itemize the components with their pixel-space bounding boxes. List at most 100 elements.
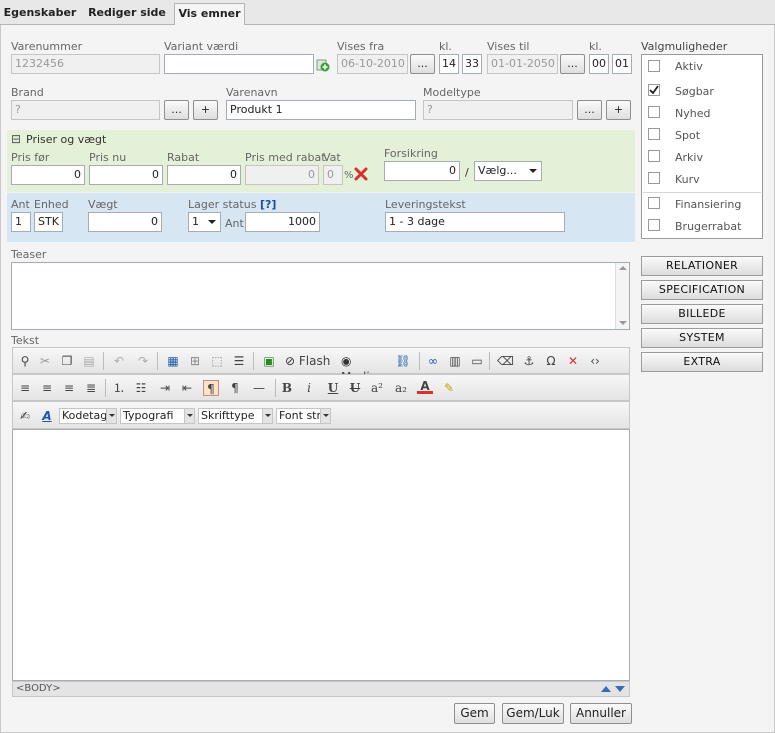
bullet-list-icon[interactable]: ☷ [133,380,149,396]
typografi-select[interactable]: Typografi [120,408,195,424]
vises-fra-minute[interactable]: 33 [462,54,482,74]
tab-vis-emner[interactable]: Vis emner [174,3,245,26]
underline-icon[interactable]: U [325,380,341,396]
billede-button[interactable]: BILLEDE [641,304,763,324]
expand-editor-icon[interactable] [615,686,625,692]
vises-fra-date[interactable]: 06-10-2010 [337,54,408,74]
rabat-field[interactable]: 0 [167,165,241,185]
text-color-icon[interactable]: A [417,380,433,394]
vises-fra-picker-button[interactable]: ... [410,54,435,74]
gem-luk-button[interactable]: Gem/Luk [502,703,564,724]
superscript-icon[interactable]: a² [369,380,385,396]
sogbar-checkbox[interactable] [648,84,660,96]
italic-icon[interactable]: i [301,380,317,396]
variant-field[interactable] [164,54,314,74]
delete-icon[interactable]: ✕ [565,353,581,369]
element-path[interactable]: <BODY> [16,683,61,694]
varenavn-field[interactable]: Produkt 1 [226,100,416,120]
redo-icon[interactable]: ↷ [135,353,151,369]
system-button[interactable]: SYSTEM [641,328,763,348]
tab-rediger-side[interactable]: Rediger side [84,3,170,25]
special-char-icon[interactable]: Ω [543,353,559,369]
edit-style-icon[interactable]: ✍ [17,408,33,424]
varenummer-field[interactable]: 1232456 [11,54,160,74]
skrifttype-select[interactable]: Skrifttype [198,408,273,424]
find-icon[interactable]: ⚲ [17,353,33,369]
indent-icon[interactable]: ⇥ [157,380,173,396]
vises-til-hour[interactable]: 00 [589,54,609,74]
vises-til-minute[interactable]: 01 [612,54,632,74]
highlight-icon[interactable]: ✎ [441,380,457,396]
table-props-icon[interactable]: ⊞ [187,353,203,369]
flash-button[interactable]: ⊘ Flash [285,353,331,369]
forsikring-select[interactable]: Vælg... [474,161,542,181]
align-left-icon[interactable]: ≡ [17,380,33,396]
finansiering-checkbox[interactable] [648,197,660,209]
add-variant-icon[interactable] [316,58,330,72]
extra-button[interactable]: EXTRA [641,352,763,372]
pris-for-field[interactable]: 0 [11,165,85,185]
enhed-field[interactable]: STK [34,212,63,232]
font-size-select[interactable]: Font str. [276,408,331,424]
specification-button[interactable]: SPECIFICATION [641,280,763,300]
paste-icon[interactable]: ▤ [81,353,97,369]
rtl-paragraph-icon[interactable]: ¶ [227,380,243,396]
media-button[interactable]: ◉ Media [341,353,391,384]
show-blocks-icon[interactable]: ⬚ [209,353,225,369]
ltr-paragraph-icon[interactable]: ¶ [203,380,219,396]
remove-vat-icon[interactable] [353,166,369,182]
tab-egenskaber[interactable]: Egenskaber [0,3,80,25]
anchor-icon[interactable]: ⚓ [521,353,537,369]
brand-browse-button[interactable]: ... [164,100,189,120]
modeltype-field[interactable]: ? [423,100,573,120]
undo-icon[interactable]: ↶ [111,353,127,369]
ant-field[interactable]: 1 [11,212,31,232]
copy-icon[interactable]: ❐ [59,353,75,369]
cut-icon[interactable]: ✂ [37,353,53,369]
links-icon[interactable]: ⛓ [395,353,411,369]
scroll-up-icon[interactable] [619,266,627,270]
vat-field[interactable]: 0 [323,165,343,185]
align-center-icon[interactable]: ≡ [39,380,55,396]
eraser-icon[interactable]: ⌫ [497,353,514,369]
lager-help-link[interactable]: [?] [260,198,276,211]
vises-til-date[interactable]: 01-01-2050 [487,54,558,74]
lager-status-select[interactable]: 1 [188,212,221,232]
editor-content-area[interactable] [12,429,630,681]
relationer-button[interactable]: RELATIONER [641,256,763,276]
align-justify-icon[interactable]: ≣ [83,380,99,396]
annuller-button[interactable]: Annuller [570,703,632,724]
pris-nu-field[interactable]: 0 [89,165,163,185]
prices-section-title[interactable]: Priser og vægt [26,133,106,146]
scroll-down-icon[interactable] [619,321,627,325]
forsikring-field[interactable]: 0 [384,161,460,181]
aktiv-checkbox[interactable] [648,60,660,72]
teaser-scrollbar[interactable] [615,263,629,329]
source-code-icon[interactable]: ‹› [587,353,603,369]
form-icon[interactable]: ▭ [469,353,485,369]
outdent-icon[interactable]: ⇤ [179,380,195,396]
subscript-icon[interactable]: a₂ [393,380,409,396]
teaser-textarea[interactable] [11,262,630,330]
kurv-checkbox[interactable] [648,172,660,184]
nyhed-checkbox[interactable] [648,106,660,118]
collapse-icon[interactable]: ⊟ [11,133,21,145]
template-icon[interactable]: ▥ [447,353,463,369]
kodetag-select[interactable]: Kodetag [59,408,117,424]
link-icon[interactable]: ∞ [425,353,441,369]
page-break-icon[interactable]: ☰ [231,353,247,369]
brand-add-button[interactable]: + [193,100,218,120]
modeltype-add-button[interactable]: + [606,100,631,120]
lager-ant-field[interactable]: 1000 [245,212,320,232]
strikethrough-icon[interactable]: U [347,380,363,396]
vises-fra-hour[interactable]: 14 [439,54,459,74]
horizontal-rule-icon[interactable]: — [251,380,267,396]
vaegt-field[interactable]: 0 [88,212,162,232]
arkiv-checkbox[interactable] [648,150,660,162]
bold-icon[interactable]: B [279,380,295,396]
vises-til-picker-button[interactable]: ... [560,54,585,74]
gem-button[interactable]: Gem [454,703,495,724]
table-icon[interactable]: ▦ [165,353,181,369]
numbered-list-icon[interactable]: ⒈ [111,380,127,396]
modeltype-browse-button[interactable]: ... [577,100,602,120]
